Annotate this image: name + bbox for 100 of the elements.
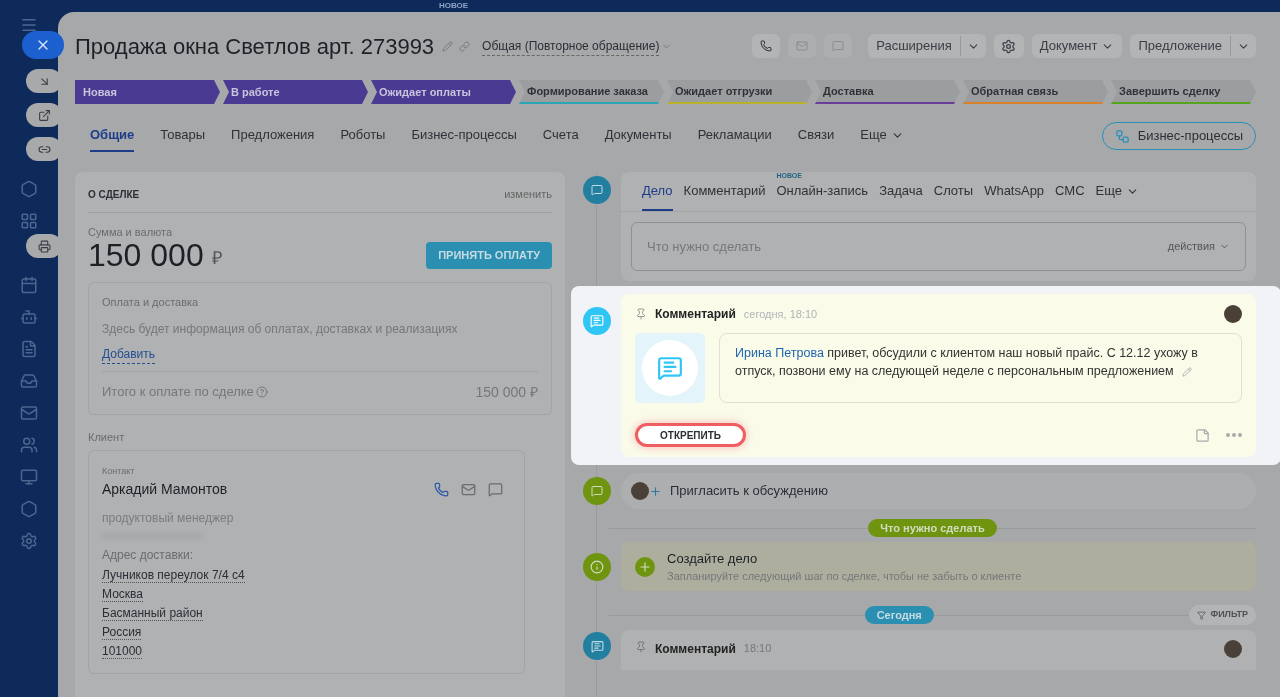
section-pill: Что нужно сделать — [868, 519, 997, 537]
plus-icon — [649, 484, 662, 498]
section-heading: О СДЕЛКЕ — [88, 187, 140, 202]
address-link[interactable]: Россия — [102, 624, 142, 640]
printer-icon — [37, 239, 51, 253]
sidebar-icon[interactable] — [20, 372, 38, 390]
create-title: Создайте дело — [667, 549, 759, 568]
chat-button[interactable] — [824, 34, 853, 58]
chat-icon — [591, 184, 603, 196]
tab[interactable]: Роботы — [340, 120, 386, 152]
field-label: Адрес доставки: — [102, 546, 195, 564]
sidebar-icon[interactable] — [20, 340, 38, 358]
pencil-icon — [1181, 366, 1192, 377]
stage-step[interactable]: Новая — [75, 80, 220, 104]
document-dropdown[interactable]: Документ — [1031, 34, 1123, 58]
sidebar-icon[interactable] — [20, 436, 38, 454]
tab[interactable]: Рекламации — [697, 120, 772, 152]
activity-tab[interactable]: СМС — [1055, 173, 1085, 211]
pin-icon — [635, 308, 647, 320]
menu-icon — [20, 16, 38, 34]
comment-text: Ирина Петрова привет, обсудили с клиентом наш новый прайс. С 12.12 ухожу в отпуск, позвони ему на следующей неделе с персональным предложением — [719, 333, 1242, 403]
comment-time: 18:10 — [743, 641, 772, 656]
split-button-label[interactable]: Предложение — [1130, 36, 1231, 56]
activity-tab[interactable]: Задача — [879, 173, 923, 211]
stage-step[interactable]: Ожидает отгрузки — [667, 80, 812, 104]
filter-icon — [1197, 610, 1207, 620]
sidebar-icon[interactable] — [20, 532, 38, 550]
field-label: Контакт — [102, 465, 136, 478]
address-link[interactable]: Москва — [102, 586, 143, 602]
field-label: Клиент — [88, 429, 126, 445]
address-link[interactable]: Басманный район — [102, 605, 203, 621]
more-icon[interactable] — [1226, 433, 1242, 437]
tab[interactable]: Бизнес-процессы — [411, 120, 517, 152]
stage-step[interactable]: В работе — [223, 80, 368, 104]
activity-tab[interactable]: Комментарий — [683, 173, 766, 211]
deal-title: Продажа окна Светлов арт. 273993 — [75, 32, 435, 61]
sidebar-icon[interactable] — [20, 180, 38, 198]
section-pill: Сегодня — [864, 606, 934, 624]
tab[interactable]: Документы — [604, 120, 672, 152]
invite-bar[interactable]: Пригласить к обсуждению — [621, 473, 1256, 509]
tab[interactable]: Еще — [860, 120, 904, 152]
chat-icon — [591, 485, 603, 497]
close-button[interactable] — [22, 31, 64, 59]
add-link[interactable]: Добавить — [102, 344, 156, 364]
activity-tab[interactable]: Еще — [1095, 173, 1140, 211]
help-icon — [255, 386, 268, 398]
pin-icon — [635, 641, 647, 653]
settings-icon — [1001, 38, 1017, 54]
split-button-label[interactable]: Расширения — [868, 36, 961, 56]
category-dropdown[interactable]: Общая (Повторное обращение) — [482, 36, 660, 56]
tab[interactable]: Товары — [160, 120, 206, 152]
phone-icon — [434, 481, 449, 497]
sidebar-icon[interactable] — [20, 308, 38, 326]
sidebar-icon[interactable] — [20, 212, 38, 230]
field-label: Сумма и валюта — [88, 224, 174, 240]
activity-tab[interactable]: WhatsApp — [984, 173, 1045, 211]
mail-button[interactable] — [788, 34, 817, 58]
link-icon — [459, 40, 471, 52]
mention-link[interactable]: Ирина Петрова — [735, 346, 824, 360]
comment-time: сегодня, 18:10 — [743, 306, 818, 322]
stage-step[interactable]: Обратная связь — [963, 80, 1108, 104]
tab[interactable]: Счета — [542, 120, 579, 152]
settings-button[interactable] — [993, 34, 1024, 58]
info-icon — [590, 559, 604, 574]
actions-dropdown[interactable]: действия — [1167, 238, 1230, 255]
avatar — [1224, 305, 1242, 323]
activity-tab[interactable]: Слоты — [933, 173, 974, 211]
split-button[interactable]: Расширения — [868, 34, 986, 58]
contact-name[interactable]: Аркадий Мамонтов — [102, 478, 228, 500]
sidebar-icon[interactable] — [20, 500, 38, 518]
sidebar-icon[interactable] — [20, 468, 38, 486]
workflow-icon — [1114, 128, 1130, 144]
sidebar-icon[interactable] — [20, 404, 38, 422]
avatar — [631, 482, 649, 500]
filter-button[interactable]: ФИЛЬТР — [1189, 605, 1256, 625]
stage-step[interactable]: Ожидает оплаты — [371, 80, 516, 104]
stage-step[interactable]: Завершить сделку — [1111, 80, 1256, 104]
todo-input[interactable]: Что нужно сделать действия — [631, 222, 1246, 271]
chat-icon — [488, 481, 503, 497]
sidebar-icon[interactable] — [20, 276, 38, 294]
tab[interactable]: Предложения — [231, 120, 315, 152]
comment-title: Комментарий — [655, 641, 736, 658]
todo-placeholder: Что нужно сделать — [647, 237, 761, 256]
address-link[interactable]: 101000 — [102, 643, 143, 659]
total-label: Итого к оплате по сделке — [102, 383, 254, 402]
note-icon — [1195, 427, 1210, 443]
split-button[interactable]: Предложение — [1130, 34, 1256, 58]
unpin-button[interactable]: ОТКРЕПИТЬ — [635, 423, 746, 447]
address-link[interactable]: Лучников переулок 7/4 с4 — [102, 567, 245, 583]
stage-step[interactable]: Доставка — [815, 80, 960, 104]
pencil-icon — [442, 40, 454, 52]
tab[interactable]: Общие — [90, 120, 135, 152]
tab[interactable]: Связи — [797, 120, 835, 152]
activity-tab[interactable]: Дело — [642, 173, 673, 211]
comment-icon — [590, 314, 604, 328]
comment-icon — [590, 639, 604, 653]
comment-title: Комментарий — [655, 306, 736, 323]
stage-step[interactable]: Формирование заказа — [519, 80, 664, 104]
call-button[interactable] — [752, 34, 781, 58]
total-amount: 150 000 ₽ — [475, 382, 538, 402]
